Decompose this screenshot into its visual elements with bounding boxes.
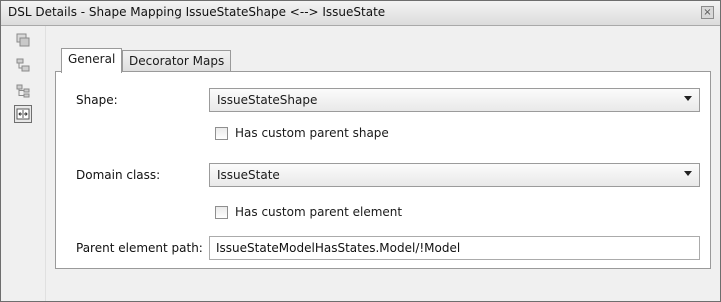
chevron-down-icon <box>684 96 692 101</box>
tree-icon <box>16 84 30 98</box>
hierarchy-icon <box>16 58 30 72</box>
tab-general-label: General <box>68 52 116 66</box>
parent-element-path-input[interactable] <box>216 238 686 258</box>
shape-dropdown-value: IssueStateShape <box>217 93 318 107</box>
shape-dropdown[interactable]: IssueStateShape <box>209 88 700 112</box>
title-bar: DSL Details - Shape Mapping IssueStateSh… <box>1 1 720 26</box>
toolbar-separator <box>45 26 46 301</box>
domain-class-dropdown[interactable]: IssueState <box>209 163 700 187</box>
custom-parent-shape-checkbox[interactable] <box>215 127 228 140</box>
custom-parent-shape-label: Has custom parent shape <box>235 126 389 140</box>
chevron-down-icon <box>684 171 692 176</box>
shape-mapping-icon <box>16 108 30 120</box>
custom-parent-element-label: Has custom parent element <box>235 205 403 219</box>
parent-element-path-field[interactable] <box>209 236 700 260</box>
dsl-details-window: DSL Details - Shape Mapping IssueStateSh… <box>0 0 721 302</box>
parent-element-path-label: Parent element path: <box>76 241 203 255</box>
shape-mapping-button[interactable] <box>14 105 32 123</box>
window-title: DSL Details - Shape Mapping IssueStateSh… <box>8 5 386 19</box>
tab-decorator-maps-label: Decorator Maps <box>129 54 225 68</box>
tab-decorator-maps[interactable]: Decorator Maps <box>122 50 232 72</box>
close-button[interactable]: × <box>701 6 714 19</box>
close-icon: × <box>703 7 712 18</box>
tab-general[interactable]: General <box>61 48 123 73</box>
custom-parent-element-checkbox[interactable] <box>215 206 228 219</box>
properties-button[interactable] <box>14 31 32 49</box>
tree-button[interactable] <box>14 82 32 100</box>
left-toolbar <box>2 26 42 301</box>
domain-class-dropdown-value: IssueState <box>217 168 280 182</box>
shape-label: Shape: <box>76 93 118 107</box>
hierarchy-button[interactable] <box>14 56 32 74</box>
properties-icon <box>16 33 30 47</box>
domain-class-label: Domain class: <box>76 168 161 182</box>
